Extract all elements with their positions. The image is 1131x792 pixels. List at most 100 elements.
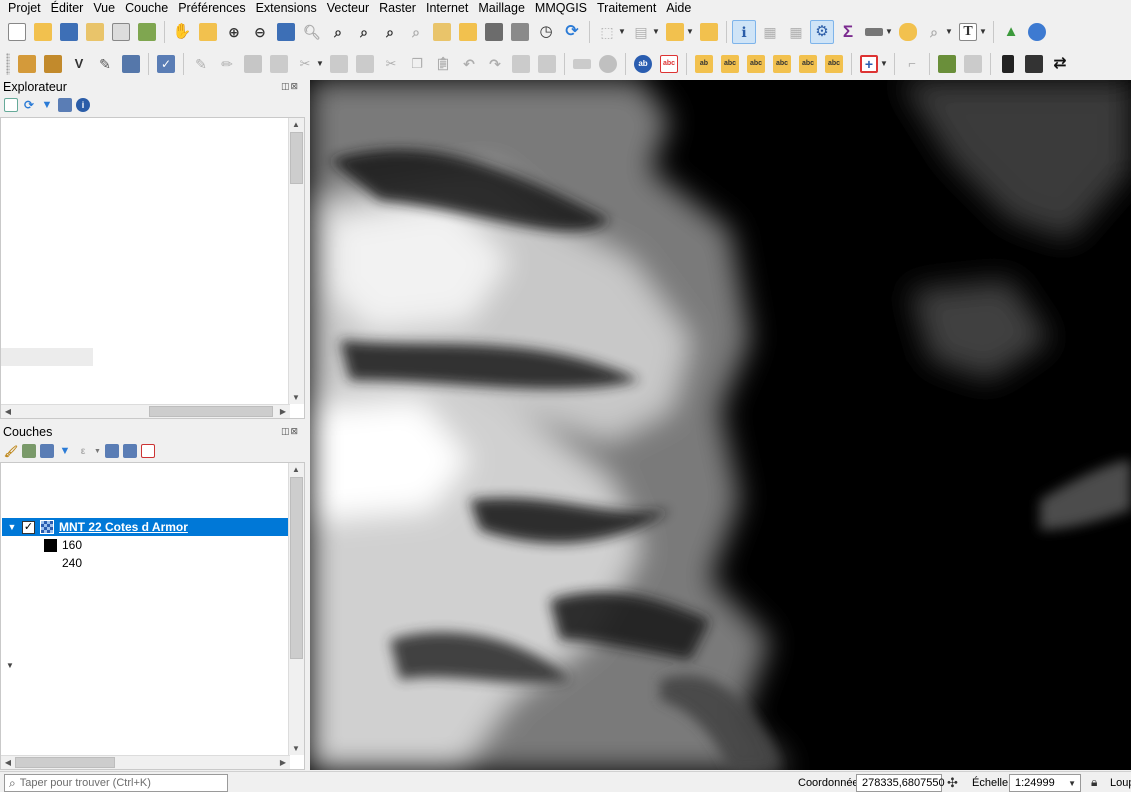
map-tips-button[interactable]: [896, 20, 920, 44]
toggle-editing-button[interactable]: ✏: [215, 52, 239, 76]
statistics-button[interactable]: Σ: [836, 20, 860, 44]
rotate-label-button[interactable]: abc: [770, 52, 794, 76]
layers-horizontal-scrollbar[interactable]: ◀ ▶: [1, 755, 290, 769]
delete-selected-button[interactable]: [353, 52, 377, 76]
layer-visibility-checkbox[interactable]: ✓: [22, 520, 35, 534]
select-features-button[interactable]: ⬚: [595, 20, 619, 44]
plugin-globe-button[interactable]: [1025, 20, 1049, 44]
scroll-down-icon[interactable]: ▼: [289, 393, 303, 402]
scroll-up-icon[interactable]: ▲: [289, 120, 303, 129]
zoom-selection-button[interactable]: 🔍︎: [300, 20, 324, 44]
add-selected-layers-icon[interactable]: [4, 98, 18, 112]
save-project-button[interactable]: [57, 20, 81, 44]
scroll-thumb[interactable]: [290, 477, 303, 659]
scroll-left-icon[interactable]: ◀: [1, 407, 15, 416]
style-manager-button[interactable]: [135, 20, 159, 44]
plugin-camera-button[interactable]: [996, 52, 1020, 76]
chevron-down-icon[interactable]: ▼: [1068, 779, 1076, 788]
filter-icon[interactable]: ▼: [40, 98, 54, 112]
vertex-tool-button[interactable]: ✂: [293, 52, 317, 76]
scroll-right-icon[interactable]: ▶: [276, 407, 290, 416]
menu-raster[interactable]: Raster: [374, 1, 421, 15]
remove-layer-icon[interactable]: [140, 444, 155, 458]
expand-triangle-icon[interactable]: ▼: [6, 661, 14, 670]
chevron-down-icon[interactable]: ▼: [618, 27, 626, 36]
current-edits-button[interactable]: ✎: [189, 52, 213, 76]
scroll-right-icon[interactable]: ▶: [276, 758, 290, 767]
scroll-thumb[interactable]: [149, 406, 273, 417]
scroll-up-icon[interactable]: ▲: [289, 465, 303, 474]
add-delimited-text-button[interactable]: ✎: [93, 52, 117, 76]
add-point-button[interactable]: +: [857, 52, 881, 76]
menu-editer[interactable]: Éditer: [46, 1, 89, 15]
add-feature-button[interactable]: [267, 52, 291, 76]
menu-vue[interactable]: Vue: [88, 1, 120, 15]
locator-search-input[interactable]: ⌕ Taper pour trouver (Ctrl+K): [4, 774, 228, 792]
new-layout-button[interactable]: [83, 20, 107, 44]
refresh-button[interactable]: ⟳: [560, 20, 584, 44]
menu-vecteur[interactable]: Vecteur: [322, 1, 374, 15]
filter-icon[interactable]: ▼: [58, 444, 72, 458]
menu-projet[interactable]: Projet: [3, 1, 46, 15]
add-wms-button[interactable]: [119, 52, 143, 76]
bookmark-button[interactable]: [482, 20, 506, 44]
info-icon[interactable]: i: [76, 98, 90, 112]
measure-button[interactable]: [862, 20, 886, 44]
explorer-panel-float-close-icon[interactable]: ◫⊠: [281, 81, 299, 92]
pan-to-selection-button[interactable]: [196, 20, 220, 44]
layers-vertical-scrollbar[interactable]: ▲ ▼: [288, 463, 304, 755]
identify-button[interactable]: ℹ: [732, 19, 756, 44]
explorer-vertical-scrollbar[interactable]: ▲ ▼: [288, 118, 304, 404]
explorer-horizontal-scrollbar[interactable]: ◀ ▶: [1, 404, 290, 418]
add-group-icon[interactable]: [22, 444, 36, 458]
chevron-down-icon[interactable]: ▼: [316, 59, 324, 68]
explorer-tree-row[interactable]: [1, 348, 93, 366]
plugin-swap-button[interactable]: ⇄: [1048, 52, 1072, 76]
new-3d-view-button[interactable]: [456, 20, 480, 44]
menu-couche[interactable]: Couche: [120, 1, 173, 15]
locator-button[interactable]: ⌕: [922, 20, 946, 44]
data-source-manager-button[interactable]: [15, 52, 39, 76]
expand-all-icon[interactable]: [104, 444, 119, 458]
collapse-triangle-icon[interactable]: ▼: [2, 522, 22, 532]
scroll-thumb[interactable]: [290, 132, 303, 184]
chevron-down-icon[interactable]: ▼: [880, 59, 888, 68]
select-value-button[interactable]: ▤: [629, 20, 653, 44]
check-validity-button[interactable]: ✓: [154, 52, 178, 76]
text-annotation-button[interactable]: T: [956, 20, 980, 44]
collapse-all-icon[interactable]: [122, 444, 137, 458]
zoom-full-button[interactable]: [274, 20, 298, 44]
coordinate-field[interactable]: 278335,6807550: [856, 774, 945, 792]
map-canvas[interactable]: [310, 80, 1131, 770]
filter-expression-icon[interactable]: ε: [76, 444, 90, 458]
plugin-tools-button[interactable]: [935, 52, 959, 76]
layer-diagram-button[interactable]: abc: [657, 52, 681, 76]
refresh-icon[interactable]: ⟳: [22, 98, 36, 112]
field-calculator-button[interactable]: ▦: [784, 20, 808, 44]
layer-labeling-button[interactable]: ab: [631, 52, 655, 76]
paste-features-button[interactable]: 📋︎: [431, 52, 455, 76]
layout-manager-button[interactable]: [109, 20, 133, 44]
new-map-view-button[interactable]: [430, 20, 454, 44]
menu-preferences[interactable]: Préférences: [173, 1, 250, 15]
chevron-down-icon[interactable]: ▼: [652, 27, 660, 36]
zoom-next-button[interactable]: ⌕: [404, 20, 428, 44]
open-project-button[interactable]: [31, 20, 55, 44]
undo-button[interactable]: ↶: [457, 52, 481, 76]
zoom-in-button[interactable]: ⊕: [222, 20, 246, 44]
toolbar-grip[interactable]: [6, 52, 10, 75]
layer-name[interactable]: MNT 22 Cotes d Armor: [59, 520, 188, 534]
lock-icon[interactable]: 🔒︎: [1091, 775, 1097, 790]
deselect-button[interactable]: [663, 20, 687, 44]
menu-aide[interactable]: Aide: [661, 1, 696, 15]
move-label-button[interactable]: abc: [744, 52, 768, 76]
change-label-button[interactable]: abc: [796, 52, 820, 76]
new-project-button[interactable]: [5, 20, 29, 44]
bookmarks-panel-button[interactable]: [508, 20, 532, 44]
save-edits-button[interactable]: [241, 52, 265, 76]
zoom-last-button[interactable]: ⌕: [378, 20, 402, 44]
scroll-down-icon[interactable]: ▼: [289, 744, 303, 753]
menu-extensions[interactable]: Extensions: [251, 1, 322, 15]
zoom-native-button[interactable]: ⌕: [352, 20, 376, 44]
style-brush-icon[interactable]: 🖌︎: [4, 444, 18, 458]
